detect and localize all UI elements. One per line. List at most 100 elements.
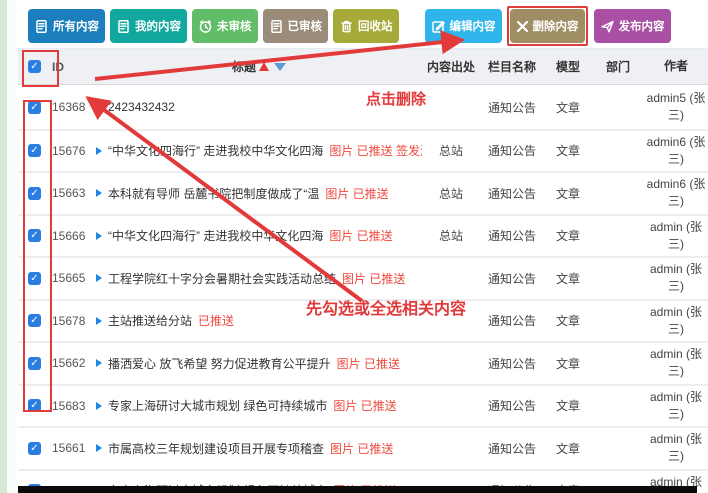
row-author: admin (张三) <box>649 389 702 421</box>
reviewed-label: 已审核 <box>287 21 323 33</box>
row-checkbox[interactable]: ✓ <box>28 100 41 114</box>
row-checkbox[interactable]: ✓ <box>28 229 41 243</box>
send-icon <box>600 20 614 32</box>
row-status-tags[interactable]: 图片 已推送 <box>329 227 392 244</box>
unreviewed-button[interactable]: 未审核 <box>192 9 258 43</box>
row-model: 文章 <box>555 229 580 244</box>
row-author: admin (张三) <box>649 262 702 294</box>
row-status-tags[interactable]: 图片 已推送 <box>337 355 400 372</box>
bottom-scrollbar[interactable] <box>18 486 697 493</box>
delete-button-highlight-box: 删除内容 <box>506 6 588 46</box>
row-category: 通知公告 <box>487 100 536 115</box>
delete-content-button[interactable]: 删除内容 <box>509 9 585 43</box>
expand-triangle-icon[interactable] <box>96 189 102 198</box>
row-source: 总站 <box>438 186 463 201</box>
row-category: 通知公告 <box>487 441 536 456</box>
select-all-checkbox[interactable]: ✓ <box>28 60 41 73</box>
header-category: 栏目名称 <box>487 60 536 74</box>
row-category: 通知公告 <box>487 186 536 201</box>
row-source: 总站 <box>438 144 463 159</box>
row-title-link[interactable]: 市属高校三年规划建设项目开展专项稽查 <box>108 440 324 457</box>
header-model: 模型 <box>555 60 580 74</box>
row-title-link[interactable]: 专家上海研讨大城市规划 绿色可持续城市 <box>108 397 327 414</box>
row-id: 15676 <box>52 143 86 158</box>
table-row: ✓ 16368 2423432432 通知公告 文章 admin5 (张三) <box>18 86 708 129</box>
row-category: 通知公告 <box>487 229 536 244</box>
row-model: 文章 <box>555 271 580 286</box>
row-checkbox[interactable]: ✓ <box>28 186 41 200</box>
row-title-link[interactable]: 主站推送给分站 <box>108 312 192 329</box>
row-checkbox[interactable]: ✓ <box>28 441 41 455</box>
row-author: admin (张三) <box>649 347 702 379</box>
header-title: 标题 <box>231 60 256 74</box>
edit-content-button[interactable]: 编辑内容 <box>424 9 502 43</box>
row-status-tags[interactable]: 图片 已推送 签发源 <box>329 142 422 159</box>
table-row: ✓ 15662 播洒爱心 放飞希望 努力促进教育公平提升 图片 已推送 通知公告… <box>18 341 708 384</box>
row-status-tags[interactable]: 图片 已推送 <box>342 270 405 287</box>
expand-triangle-icon[interactable] <box>96 274 102 283</box>
expand-triangle-icon[interactable] <box>96 231 102 240</box>
row-title-link[interactable]: 2423432432 <box>108 100 175 114</box>
row-author: admin5 (张三) <box>646 91 706 123</box>
row-category: 通知公告 <box>487 144 536 159</box>
row-title-link[interactable]: 工程学院红十字分会暑期社会实践活动总结 <box>108 270 336 287</box>
expand-triangle-icon[interactable] <box>96 401 102 410</box>
sort-descending-icon[interactable] <box>274 62 286 71</box>
row-model: 文章 <box>555 144 580 159</box>
unreviewed-label: 未审核 <box>217 21 252 33</box>
publish-content-label: 发布内容 <box>618 21 665 33</box>
row-id: 15662 <box>52 356 86 371</box>
table-body: ✓ 16368 2423432432 通知公告 文章 admin5 (张三) ✓… <box>18 86 708 493</box>
row-title-link[interactable]: 本科就有导师 岳麓书院把制度做成了“温 <box>108 185 319 202</box>
row-checkbox[interactable]: ✓ <box>28 314 41 328</box>
row-checkbox[interactable]: ✓ <box>28 356 41 370</box>
row-checkbox[interactable]: ✓ <box>28 144 41 158</box>
x-icon <box>516 20 528 32</box>
publish-content-button[interactable]: 发布内容 <box>593 9 671 43</box>
header-source: 内容出处 <box>426 60 475 74</box>
my-content-button[interactable]: 我的内容 <box>110 9 187 43</box>
row-id: 15665 <box>52 271 86 286</box>
row-title-link[interactable]: “中华文化四海行” 走进我校中华文化四海 <box>108 227 323 244</box>
row-checkbox[interactable]: ✓ <box>28 271 41 285</box>
left-edge-gap <box>7 0 17 493</box>
row-id: 15666 <box>52 228 86 243</box>
header-dept: 部门 <box>605 60 630 74</box>
table-header-row: ✓ ID 标题 内容出处 栏目名称 模型 部门 作者 <box>18 48 708 85</box>
row-checkbox[interactable]: ✓ <box>28 399 41 413</box>
row-id: 15683 <box>52 398 86 413</box>
document-icon <box>36 19 47 33</box>
row-model: 文章 <box>555 399 580 414</box>
all-content-button[interactable]: 所有内容 <box>28 9 105 43</box>
clock-icon <box>199 19 212 33</box>
expand-triangle-icon[interactable] <box>96 359 102 368</box>
reviewed-button[interactable]: 已审核 <box>262 9 328 43</box>
expand-triangle-icon[interactable] <box>96 103 102 112</box>
edit-icon <box>431 20 445 33</box>
row-title-link[interactable]: 播洒爱心 放飞希望 努力促进教育公平提升 <box>108 355 331 372</box>
row-status-tags[interactable]: 已推送 <box>198 312 234 329</box>
row-model: 文章 <box>555 100 580 115</box>
header-author: 作者 <box>663 59 688 73</box>
table-row: ✓ 15683 专家上海研讨大城市规划 绿色可持续城市 图片 已推送 通知公告 … <box>18 383 708 426</box>
row-status-tags[interactable]: 图片 已推送 <box>325 185 388 202</box>
row-status-tags[interactable]: 图片 已推送 <box>333 397 396 414</box>
row-source: 总站 <box>438 229 463 244</box>
sort-ascending-icon[interactable] <box>259 62 269 71</box>
row-status-tags[interactable]: 图片 已推送 <box>330 440 393 457</box>
row-id: 15663 <box>52 186 86 201</box>
my-content-label: 我的内容 <box>135 21 181 33</box>
recycle-bin-button[interactable]: 回收站 <box>333 9 399 43</box>
row-title-link[interactable]: “中华文化四海行” 走进我校中华文化四海 <box>108 142 323 159</box>
toolbar: 所有内容 我的内容 未审核 已审核 回收站 编辑内容 删除内容 发布内容 <box>28 6 676 46</box>
row-model: 文章 <box>555 314 580 329</box>
row-model: 文章 <box>555 441 580 456</box>
row-id: 16368 <box>52 100 86 115</box>
expand-triangle-icon[interactable] <box>96 444 102 453</box>
table-row: ✓ 15663 本科就有导师 岳麓书院把制度做成了“温 图片 已推送 总站 通知… <box>18 171 708 214</box>
expand-triangle-icon[interactable] <box>96 146 102 155</box>
table-row: ✓ 15666 “中华文化四海行” 走进我校中华文化四海 图片 已推送 总站 通… <box>18 213 708 256</box>
expand-triangle-icon[interactable] <box>96 316 102 325</box>
row-author: admin (张三) <box>649 432 702 464</box>
row-category: 通知公告 <box>487 356 536 371</box>
